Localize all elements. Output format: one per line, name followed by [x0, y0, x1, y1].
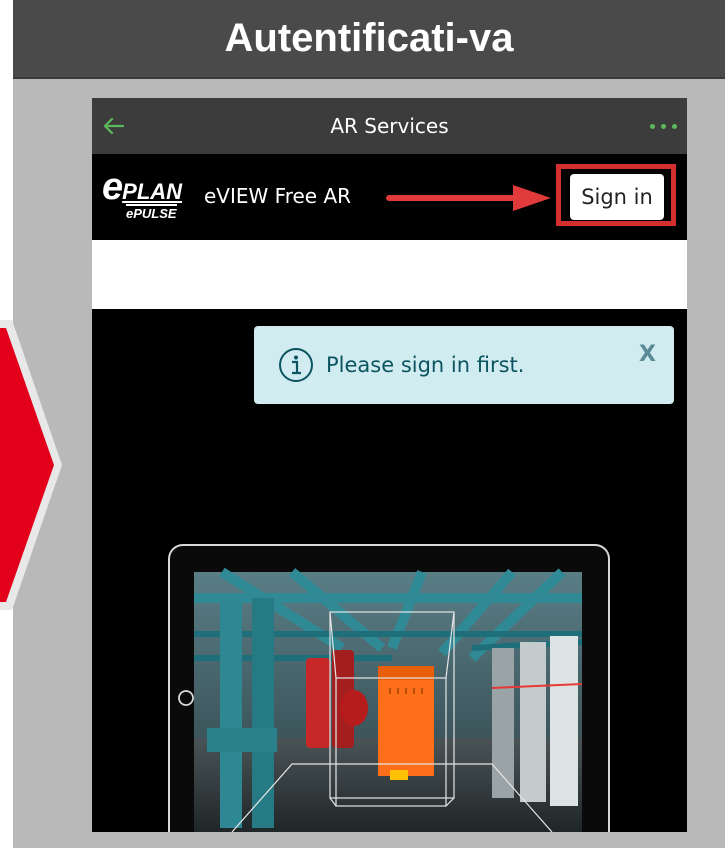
content-strip — [92, 240, 687, 309]
eplan-logo: ePLAN ePULSE — [102, 166, 183, 221]
tablet-ar-boiler-room-illustration — [168, 544, 610, 832]
info-icon — [279, 348, 313, 382]
app-title: AR Services — [330, 114, 449, 138]
phone-screen: AR Services ePLAN ePULSE eVIEW Free AR S… — [92, 98, 687, 832]
sign-in-alert: Please sign in first. X — [254, 326, 674, 404]
more-dots-icon[interactable] — [650, 124, 677, 129]
red-chevron-icon — [0, 320, 62, 610]
sign-in-button[interactable]: Sign in — [570, 174, 664, 220]
close-alert-button[interactable]: X — [639, 342, 656, 367]
arrow-right-icon — [386, 185, 551, 211]
app-bar: AR Services — [92, 98, 687, 154]
alert-message: Please sign in first. — [326, 353, 525, 377]
slide-title: Autentificati-va — [13, 0, 725, 79]
brand-bar: ePLAN ePULSE eVIEW Free AR Sign in — [92, 154, 687, 240]
product-name: eVIEW Free AR — [204, 184, 352, 208]
